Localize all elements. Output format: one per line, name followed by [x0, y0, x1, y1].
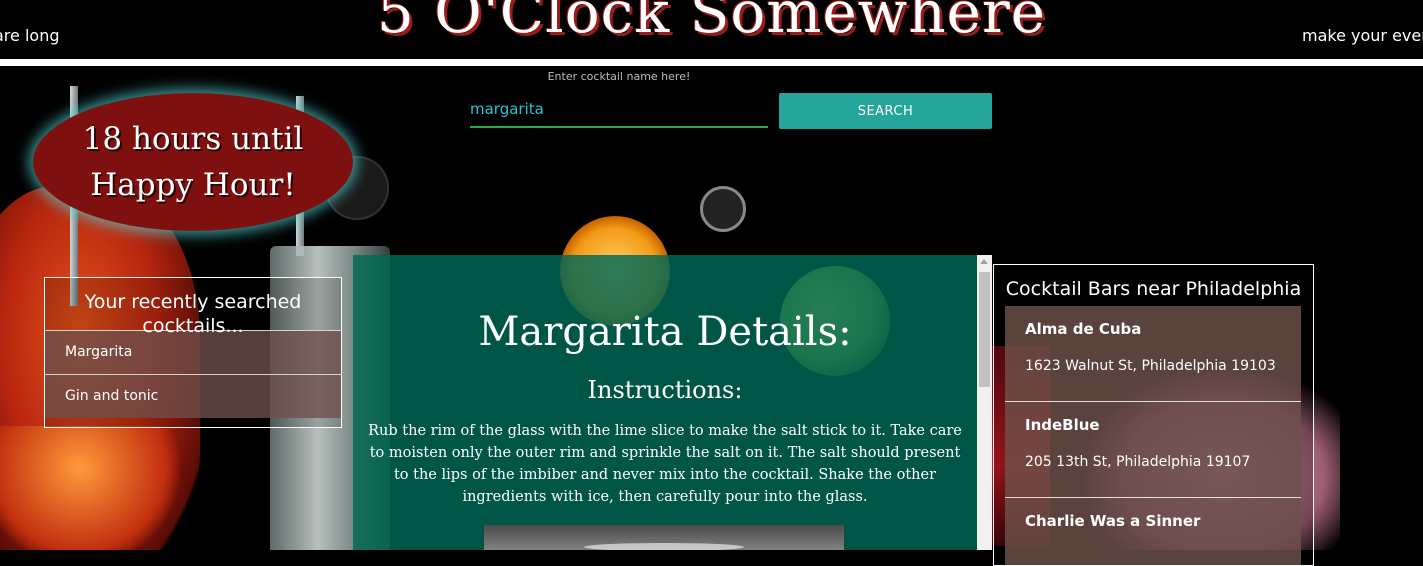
cocktail-photo [484, 525, 844, 550]
details-title: Margarita Details: [478, 309, 852, 355]
search-input[interactable] [470, 92, 768, 128]
scroll-up-arrow-icon[interactable] [980, 259, 988, 264]
bar-name: Alma de Cuba [1025, 320, 1142, 338]
bar-address: 1623 Walnut St, Philadelphia 19103 [1025, 358, 1276, 374]
stirrer [700, 186, 746, 232]
search-button[interactable]: SEARCH [779, 93, 992, 129]
bar-list-item[interactable]: Alma de Cuba 1623 Walnut St, Philadelphi… [1005, 306, 1301, 402]
happy-hour-countdown: 18 hours until [82, 121, 304, 157]
bar-name: Charlie Was a Sinner [1025, 512, 1201, 530]
bar-name: IndeBlue [1025, 416, 1100, 434]
happy-hour-badge: 18 hours until Happy Hour! [33, 93, 353, 231]
header-divider [0, 59, 1423, 66]
cocktail-details-panel: Margarita Details: Instructions: Rub the… [353, 255, 977, 550]
site-header: are long 5 O'Clock Somewhere make your e… [0, 0, 1423, 59]
details-scrollbar[interactable] [977, 255, 992, 550]
bar-list-item[interactable]: Charlie Was a Sinner [1005, 498, 1301, 565]
recent-search-item[interactable]: Gin and tonic [45, 374, 341, 418]
site-title: 5 O'Clock Somewhere [376, 0, 1047, 46]
bar-list-item[interactable]: IndeBlue 205 13th St, Philadelphia 19107 [1005, 402, 1301, 498]
happy-hour-label: Happy Hour! [90, 167, 296, 203]
orange-cocktail-glass-base [0, 426, 180, 550]
recent-searches-panel: Your recently searched cocktails... Marg… [44, 277, 342, 428]
bar-address: 205 13th St, Philadelphia 19107 [1025, 454, 1251, 470]
bars-title: Cocktail Bars near Philadelphia [1005, 278, 1302, 300]
scrollbar-thumb[interactable] [979, 272, 990, 387]
recent-searches-title: Your recently searched cocktails... [84, 291, 302, 337]
search-hint: Enter cocktail name here! [547, 70, 691, 83]
marquee-text-right: make your eveni [1302, 26, 1423, 45]
instructions-heading: Instructions: [587, 376, 743, 404]
cocktail-bars-panel: Cocktail Bars near Philadelphia Alma de … [993, 264, 1314, 566]
instructions-text: Rub the rim of the glass with the lime s… [368, 423, 962, 505]
